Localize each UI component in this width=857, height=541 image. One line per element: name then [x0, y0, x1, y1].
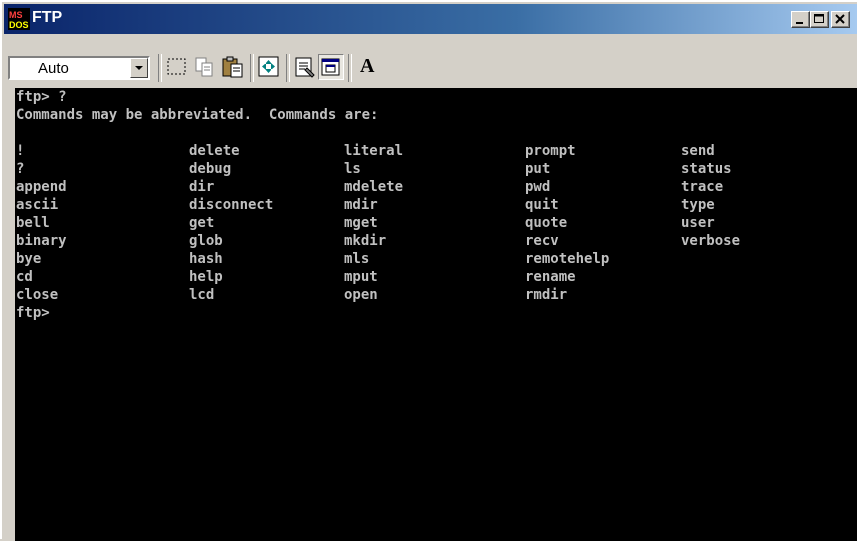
ms-dos-icon: MS DOS	[8, 8, 30, 30]
title-bar[interactable]: MS DOS FTP	[4, 4, 857, 34]
toolbar-separator	[250, 54, 254, 82]
command-item: put	[525, 161, 551, 177]
terminal-screen[interactable]: ftp> ? Commands may be abbreviated. Comm…	[15, 88, 857, 541]
font-size-select[interactable]: Auto	[8, 56, 150, 80]
font-button[interactable]: A	[354, 54, 380, 80]
background-button[interactable]	[318, 54, 344, 80]
toolbar-separator	[286, 54, 290, 82]
command-item: remotehelp	[525, 251, 610, 267]
minimize-button[interactable]	[791, 11, 810, 28]
current-prompt: ftp>	[16, 305, 50, 321]
fullscreen-icon	[258, 56, 279, 77]
properties-icon	[295, 57, 315, 78]
svg-text:DOS: DOS	[9, 20, 29, 30]
command-item: verbose	[681, 233, 741, 249]
command-item: prompt	[525, 143, 576, 159]
maximize-icon	[814, 14, 824, 23]
command-item: append	[16, 179, 67, 195]
font-icon: A	[360, 55, 375, 77]
command-item: send	[681, 143, 715, 159]
command-item: bell	[16, 215, 50, 231]
properties-button[interactable]	[292, 54, 318, 80]
command-item: mdir	[344, 197, 378, 213]
command-item: ?	[16, 161, 25, 177]
command-item: lcd	[189, 287, 215, 303]
command-item: glob	[189, 233, 223, 249]
command-item: ls	[344, 161, 361, 177]
close-icon	[835, 14, 845, 24]
command-item: rename	[525, 269, 576, 285]
command-item: close	[16, 287, 59, 303]
prompt-line: ftp> ?	[16, 89, 67, 105]
toolbar: Auto A	[4, 54, 857, 88]
maximize-button[interactable]	[810, 11, 829, 28]
fullscreen-button[interactable]	[256, 54, 282, 80]
copy-button[interactable]	[192, 54, 218, 80]
command-item: ascii	[16, 197, 59, 213]
paste-icon	[222, 56, 243, 78]
paste-button[interactable]	[220, 54, 246, 80]
command-item: binary	[16, 233, 67, 249]
help-header: Commands may be abbreviated. Commands ar…	[16, 107, 379, 123]
ftp-window: MS DOS FTP Auto A ftp> ? Commands may be…	[0, 0, 857, 541]
command-item: !	[16, 143, 25, 159]
chevron-down-icon	[135, 66, 143, 70]
command-item: hash	[189, 251, 223, 267]
mark-button[interactable]	[164, 54, 190, 80]
command-item: debug	[189, 161, 232, 177]
command-item: open	[344, 287, 378, 303]
toolbar-separator	[348, 54, 352, 82]
mark-icon	[167, 58, 186, 75]
command-item: mput	[344, 269, 378, 285]
command-item: status	[681, 161, 732, 177]
command-item: mget	[344, 215, 378, 231]
command-item: type	[681, 197, 715, 213]
command-item: user	[681, 215, 715, 231]
window-title: FTP	[32, 9, 63, 26]
command-item: literal	[344, 143, 404, 159]
font-size-value: Auto	[38, 60, 69, 77]
svg-text:MS: MS	[9, 10, 23, 20]
command-item: quit	[525, 197, 559, 213]
background-icon	[321, 58, 340, 76]
command-item: mls	[344, 251, 370, 267]
command-item: rmdir	[525, 287, 568, 303]
command-item: trace	[681, 179, 724, 195]
command-item: disconnect	[189, 197, 274, 213]
command-item: mkdir	[344, 233, 387, 249]
command-item: dir	[189, 179, 215, 195]
command-item: cd	[16, 269, 33, 285]
minimize-icon	[796, 22, 803, 24]
command-item: get	[189, 215, 215, 231]
command-item: delete	[189, 143, 240, 159]
command-item: mdelete	[344, 179, 404, 195]
command-item: help	[189, 269, 223, 285]
copy-icon	[195, 57, 213, 77]
command-item: pwd	[525, 179, 551, 195]
command-item: recv	[525, 233, 559, 249]
command-item: bye	[16, 251, 42, 267]
toolbar-separator	[158, 54, 162, 82]
close-button[interactable]	[831, 11, 850, 28]
font-size-dropdown-button[interactable]	[130, 58, 148, 78]
command-item: quote	[525, 215, 568, 231]
